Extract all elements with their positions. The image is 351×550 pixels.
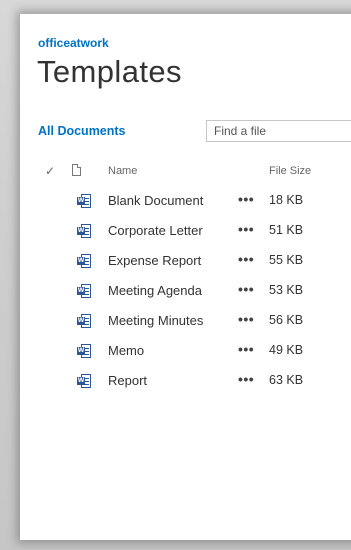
- select-all-checkmark[interactable]: ✓: [45, 164, 55, 178]
- search-box[interactable]: [206, 120, 351, 142]
- view-all-documents[interactable]: All Documents: [38, 124, 126, 138]
- more-options-button[interactable]: •••: [238, 191, 254, 207]
- word-document-icon: W: [77, 374, 91, 388]
- file-size: 63 KB: [269, 373, 304, 387]
- column-header-name[interactable]: Name: [108, 165, 137, 177]
- site-link[interactable]: officeatwork: [38, 36, 109, 50]
- file-name-link[interactable]: Meeting Agenda: [108, 283, 202, 298]
- templates-panel: officeatwork Templates All Documents ✓ N…: [20, 14, 351, 540]
- file-name-link[interactable]: Expense Report: [108, 253, 201, 268]
- file-name-link[interactable]: Meeting Minutes: [108, 313, 203, 328]
- search-input[interactable]: [207, 121, 351, 141]
- more-options-button[interactable]: •••: [238, 341, 254, 357]
- file-row[interactable]: W Expense Report ••• 55 KB: [20, 246, 351, 276]
- more-options-button[interactable]: •••: [238, 221, 254, 237]
- page-title: Templates: [37, 54, 182, 89]
- file-row[interactable]: W Memo ••• 49 KB: [20, 336, 351, 366]
- file-size: 49 KB: [269, 343, 304, 357]
- word-document-icon: W: [77, 344, 91, 358]
- more-options-button[interactable]: •••: [238, 281, 254, 297]
- word-document-icon: W: [77, 254, 91, 268]
- column-header-row: ✓ Name File Size: [20, 164, 351, 182]
- more-options-button[interactable]: •••: [238, 251, 254, 267]
- file-name-link[interactable]: Memo: [108, 343, 144, 358]
- file-name-link[interactable]: Blank Document: [108, 193, 203, 208]
- file-size: 51 KB: [269, 223, 304, 237]
- file-row[interactable]: W Corporate Letter ••• 51 KB: [20, 216, 351, 246]
- file-list: W Blank Document ••• 18 KB W Corporate L…: [20, 186, 351, 396]
- document-type-icon[interactable]: [72, 164, 81, 176]
- more-options-button[interactable]: •••: [238, 371, 254, 387]
- word-document-icon: W: [77, 224, 91, 238]
- word-document-icon: W: [77, 314, 91, 328]
- word-document-icon: W: [77, 284, 91, 298]
- more-options-button[interactable]: •••: [238, 311, 254, 327]
- file-size: 18 KB: [269, 193, 304, 207]
- file-row[interactable]: W Meeting Agenda ••• 53 KB: [20, 276, 351, 306]
- file-size: 56 KB: [269, 313, 304, 327]
- file-row[interactable]: W Meeting Minutes ••• 56 KB: [20, 306, 351, 336]
- file-name-link[interactable]: Corporate Letter: [108, 223, 203, 238]
- file-name-link[interactable]: Report: [108, 373, 147, 388]
- file-row[interactable]: W Report ••• 63 KB: [20, 366, 351, 396]
- word-document-icon: W: [77, 194, 91, 208]
- file-size: 55 KB: [269, 253, 304, 267]
- file-row[interactable]: W Blank Document ••• 18 KB: [20, 186, 351, 216]
- column-header-file-size[interactable]: File Size: [269, 165, 311, 177]
- file-size: 53 KB: [269, 283, 304, 297]
